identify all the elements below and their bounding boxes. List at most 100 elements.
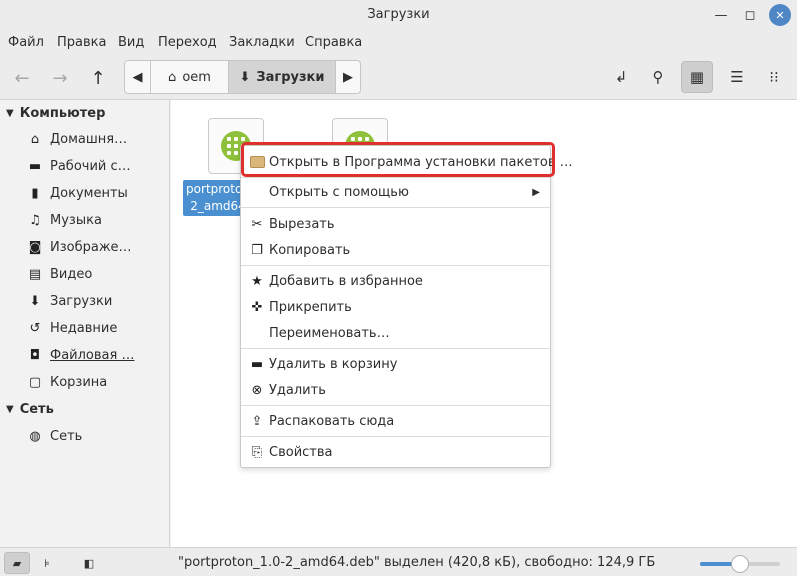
sidebar-item-pictures[interactable]: ◙ Изображе… — [28, 240, 132, 255]
menu-item-cut[interactable]: ✂ Вырезать — [241, 212, 550, 236]
tree-sidebar-icon[interactable]: ⊧ — [34, 552, 60, 574]
sidebar-item-label: Загрузки — [50, 294, 113, 309]
film-icon: ▤ — [28, 267, 42, 282]
drive-icon: ◘ — [29, 348, 41, 363]
path-segment-downloads[interactable]: ⬇ Загрузки — [229, 61, 336, 93]
chevron-down-icon: ▼ — [6, 404, 14, 415]
path-left-arrow[interactable]: ◀ — [125, 61, 151, 93]
menu-separator — [241, 436, 550, 437]
minimize-icon[interactable]: — — [711, 5, 731, 25]
back-icon[interactable]: ← — [8, 64, 36, 92]
sidebar-item-network[interactable]: ◍ Сеть — [28, 429, 82, 444]
menu-bar: Файл Правка Вид Переход Закладки Справка — [0, 30, 797, 56]
sidebar-section-title: Сеть — [19, 402, 54, 417]
zoom-slider-handle[interactable] — [731, 555, 749, 573]
title-bar: Загрузки — ◻ ✕ — [0, 0, 797, 30]
sidebar-item-label: Домашня… — [50, 132, 128, 147]
menu-item-label: Распаковать сюда — [269, 413, 395, 429]
menu-item-pin[interactable]: ✜ Прикрепить — [241, 295, 550, 319]
compact-view-icon[interactable]: ⁝⁝ — [758, 61, 790, 93]
places-sidebar-icon[interactable]: ▰ — [4, 552, 30, 574]
up-icon[interactable]: ↑ — [84, 64, 112, 92]
sidebar-item-trash[interactable]: ▢ Корзина — [28, 375, 107, 390]
menu-separator — [241, 177, 550, 178]
menu-item-copy[interactable]: ❐ Копировать — [241, 238, 550, 262]
menu-edit[interactable]: Правка — [57, 35, 106, 50]
trash-icon: ▬ — [250, 356, 264, 372]
sidebar-item-label: Рабочий с… — [50, 159, 131, 174]
path-segment-home-label: oem — [182, 69, 211, 85]
menu-separator — [241, 405, 550, 406]
menu-separator — [241, 348, 550, 349]
sidebar-item-filesystem[interactable]: ◘ Файловая … — [28, 348, 135, 363]
sidebar-item-label: Изображе… — [50, 240, 132, 255]
menu-item-label: Прикрепить — [269, 299, 352, 315]
triangle-left-icon: ◀ — [132, 69, 143, 85]
extract-icon: ⇪ — [251, 413, 263, 429]
menu-item-extract-here[interactable]: ⇪ Распаковать сюда — [241, 409, 550, 433]
context-menu: Открыть в Программа установки пакетов … … — [240, 145, 573, 468]
window-title: Загрузки — [367, 7, 430, 22]
submenu-arrow-icon: ▶ — [532, 186, 540, 198]
home-icon: ⌂ — [30, 132, 40, 147]
sidebar-item-label: Недавние — [50, 321, 118, 336]
menu-help[interactable]: Справка — [305, 35, 362, 50]
menu-separator — [241, 207, 550, 208]
forward-icon[interactable]: → — [46, 64, 74, 92]
menu-item-label: Переименовать… — [269, 325, 390, 341]
menu-go[interactable]: Переход — [158, 35, 217, 50]
sidebar-item-label: Сеть — [50, 429, 83, 444]
sidebar-section-computer[interactable]: ▼ Компьютер — [6, 106, 105, 121]
download-icon: ⬇ — [29, 294, 41, 309]
sidebar-item-label: Корзина — [50, 375, 108, 390]
list-view-icon[interactable]: ☰ — [721, 61, 753, 93]
menu-item-label: Вырезать — [269, 216, 335, 232]
download-icon: ⬇ — [239, 69, 251, 85]
menu-item-label: Удалить в корзину — [269, 356, 398, 372]
menu-item-label: Копировать — [269, 242, 351, 258]
maximize-icon[interactable]: ◻ — [740, 5, 760, 25]
triangle-right-icon: ▶ — [343, 69, 353, 85]
zoom-slider[interactable] — [700, 555, 780, 573]
copy-icon: ❐ — [251, 242, 263, 258]
close-icon[interactable]: ✕ — [769, 4, 791, 26]
delete-icon: ⊗ — [251, 382, 263, 398]
location-toggle-icon[interactable]: ↲ — [605, 61, 637, 93]
sidebar-item-music[interactable]: ♫ Музыка — [28, 213, 102, 228]
menu-separator — [241, 265, 550, 266]
sidebar-section-network[interactable]: ▼ Сеть — [6, 402, 54, 417]
sidebar-item-desktop[interactable]: ▬ Рабочий с… — [28, 159, 131, 174]
icon-view-icon[interactable]: ▦ — [681, 61, 713, 93]
search-icon[interactable]: ⚲ — [642, 61, 674, 93]
menu-view[interactable]: Вид — [118, 35, 144, 50]
desktop-icon: ▬ — [28, 159, 42, 174]
menu-item-add-favorite[interactable]: ★ Добавить в избранное — [241, 269, 550, 293]
chevron-down-icon: ▼ — [6, 108, 14, 119]
sidebar-item-documents[interactable]: ▮ Документы — [28, 186, 127, 201]
sidebar-item-videos[interactable]: ▤ Видео — [28, 267, 92, 282]
menu-item-delete[interactable]: ⊗ Удалить — [241, 378, 550, 402]
menu-item-open-with[interactable]: Открыть с помощью ▶ — [241, 180, 550, 204]
globe-icon: ◍ — [29, 429, 41, 444]
highlight-annotation — [241, 142, 555, 177]
sidebar-item-home[interactable]: ⌂ Домашня… — [28, 132, 127, 147]
sidebar: ▼ Компьютер ⌂ Домашня… ▬ Рабочий с… ▮ Докум… — [0, 100, 170, 547]
path-segment-home[interactable]: ⌂ oem — [151, 61, 229, 93]
path-right-arrow[interactable]: ▶ — [336, 61, 360, 93]
trash-icon: ▢ — [28, 375, 42, 390]
properties-icon: ⎘ — [251, 444, 263, 460]
sidebar-item-recent[interactable]: ↺ Недавние — [28, 321, 118, 336]
path-segment-current-label: Загрузки — [256, 69, 325, 85]
status-text: "portproton_1.0-2_amd64.deb" выделен (42… — [178, 555, 656, 570]
menu-item-properties[interactable]: ⎘ Свойства — [241, 440, 550, 464]
menu-item-label: Открыть с помощью — [269, 184, 409, 200]
sidebar-item-downloads[interactable]: ⬇ Загрузки — [28, 294, 113, 309]
history-icon: ↺ — [29, 321, 41, 336]
scissors-icon: ✂ — [251, 216, 263, 232]
menu-item-rename[interactable]: Переименовать… — [241, 321, 550, 345]
camera-icon: ◙ — [28, 240, 42, 255]
hide-sidebar-icon[interactable]: ◧ — [76, 552, 102, 574]
menu-bookmarks[interactable]: Закладки — [229, 35, 295, 50]
menu-file[interactable]: Файл — [8, 35, 44, 50]
menu-item-move-to-trash[interactable]: ▬ Удалить в корзину — [241, 352, 550, 376]
